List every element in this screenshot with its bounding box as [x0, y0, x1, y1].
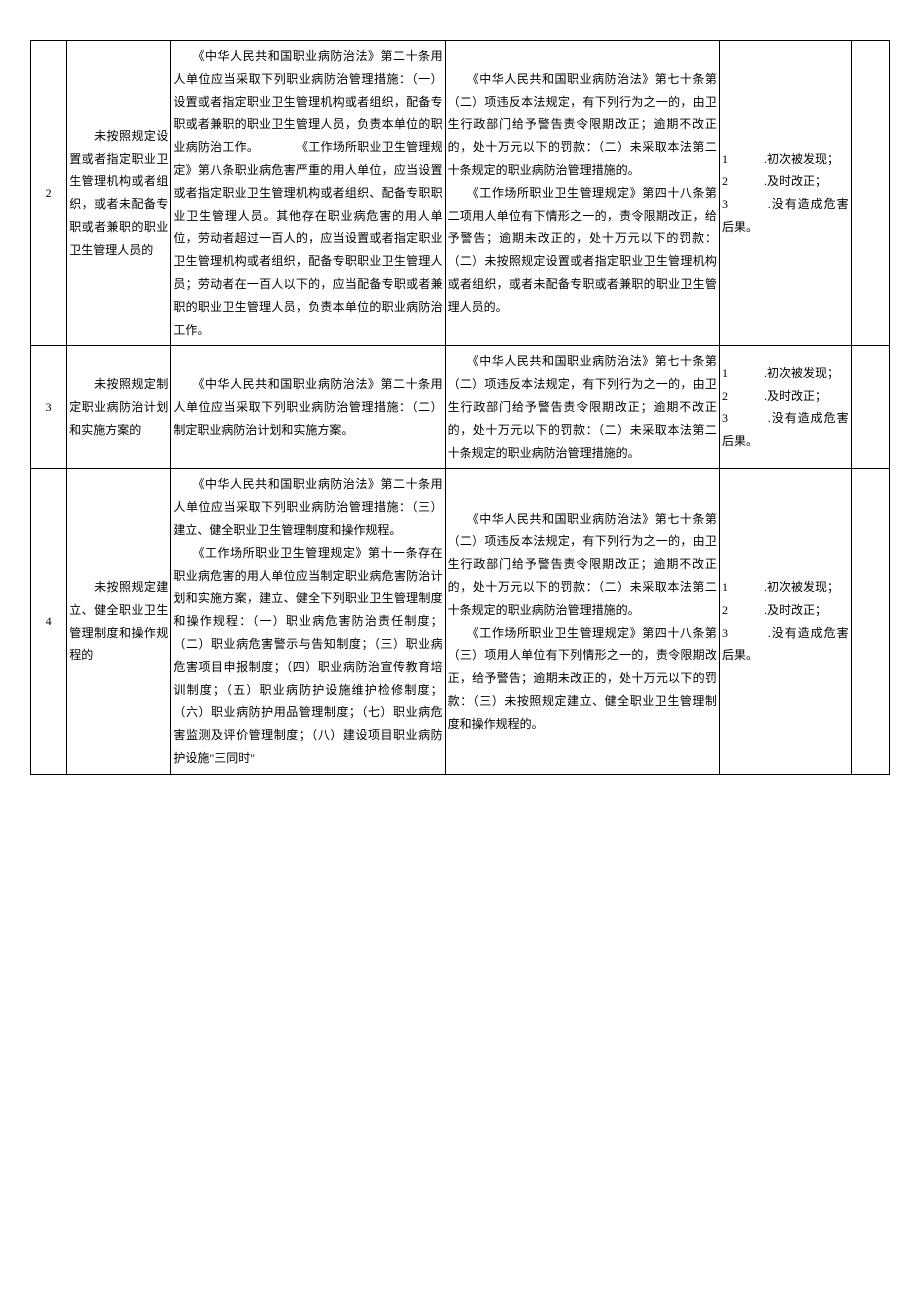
penalty-basis: 《中华人民共和国职业病防治法》第七十条第（二）项违反本法规定，有下列行为之一的，… [445, 41, 719, 346]
penalty-basis: 《中华人民共和国职业病防治法》第七十条第（二）项违反本法规定，有下列行为之一的，… [445, 346, 719, 469]
row-number: 4 [31, 469, 67, 774]
row-number: 2 [31, 41, 67, 346]
remark [851, 41, 889, 346]
violation-desc: 未按照规定建立、健全职业卫生管理制度和操作规程的 [67, 469, 171, 774]
conditions: 1 .初次被发现；2 .及时改正；3 .没有造成危害后果。 [719, 469, 851, 774]
legal-basis: 《中华人民共和国职业病防治法》第二十条用人单位应当采取下列职业病防治管理措施：（… [171, 469, 445, 774]
table-row: 2 未按照规定设置或者指定职业卫生管理机构或者组织，或者未配备专职或者兼职的职业… [31, 41, 890, 346]
legal-basis: 《中华人民共和国职业病防治法》第二十条用人单位应当采取下列职业病防治管理措施：（… [171, 346, 445, 469]
table-row: 3 未按照规定制定职业病防治计划和实施方案的 《中华人民共和国职业病防治法》第二… [31, 346, 890, 469]
regulation-table: 2 未按照规定设置或者指定职业卫生管理机构或者组织，或者未配备专职或者兼职的职业… [30, 40, 890, 775]
violation-desc: 未按照规定设置或者指定职业卫生管理机构或者组织，或者未配备专职或者兼职的职业卫生… [67, 41, 171, 346]
conditions: 1 .初次被发现；2 .及时改正；3 .没有造成危害后果。 [719, 41, 851, 346]
remark [851, 469, 889, 774]
row-number: 3 [31, 346, 67, 469]
penalty-basis: 《中华人民共和国职业病防治法》第七十条第（二）项违反本法规定，有下列行为之一的，… [445, 469, 719, 774]
conditions: 1 .初次被发现；2 .及时改正；3 .没有造成危害后果。 [719, 346, 851, 469]
violation-desc: 未按照规定制定职业病防治计划和实施方案的 [67, 346, 171, 469]
table-row: 4 未按照规定建立、健全职业卫生管理制度和操作规程的 《中华人民共和国职业病防治… [31, 469, 890, 774]
remark [851, 346, 889, 469]
legal-basis: 《中华人民共和国职业病防治法》第二十条用人单位应当采取下列职业病防治管理措施：（… [171, 41, 445, 346]
